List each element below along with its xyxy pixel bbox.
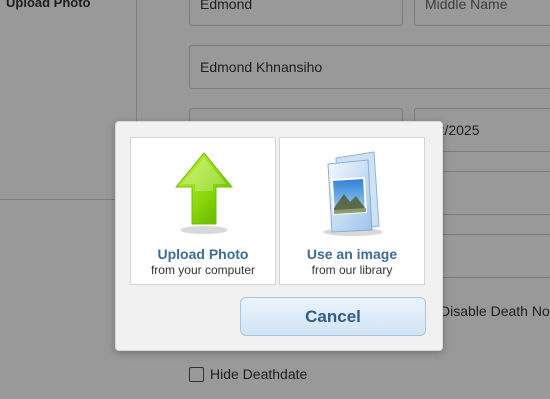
upload-photo-option[interactable]: Upload Photo from your computer <box>130 137 276 285</box>
page: Upload Photo Edmond Middle Name Edmond K… <box>0 0 550 399</box>
use-image-subtitle: from our library <box>311 263 393 277</box>
photo-source-dialog: Upload Photo from your computer Use an i… <box>115 121 443 351</box>
upload-photo-subtitle: from your computer <box>150 263 256 277</box>
use-library-image-option[interactable]: Use an image from our library <box>279 137 425 285</box>
cancel-button[interactable]: Cancel <box>240 297 426 336</box>
upload-photo-title: Upload Photo <box>157 246 249 262</box>
green-up-arrow-icon <box>131 150 275 238</box>
use-image-title: Use an image <box>306 246 398 262</box>
photo-library-icon <box>280 150 424 238</box>
